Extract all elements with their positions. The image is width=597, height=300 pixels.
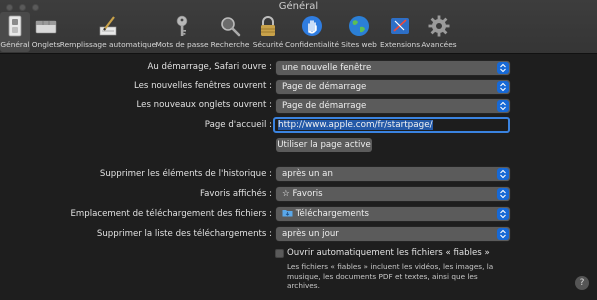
general-switch-icon <box>8 15 22 37</box>
tab-security-label: Sécurité <box>252 40 284 49</box>
favorites-popup[interactable]: ☆ Favoris <box>276 187 510 201</box>
use-current-page-button[interactable]: Utiliser la page active <box>276 138 372 152</box>
help-button[interactable]: ? <box>575 276 589 290</box>
tab-extensions[interactable]: Extensions <box>380 12 420 52</box>
favorites-label: Favoris affichés : <box>199 189 272 199</box>
open-safe-files-label: Ouvrir automatiquement les fichiers « fi… <box>287 248 490 258</box>
history-popup[interactable]: après un an <box>276 167 510 181</box>
globe-icon <box>349 16 369 36</box>
tab-privacy[interactable]: Confidentialité <box>285 12 339 52</box>
new-windows-label: Les nouvelles fenêtres ouvrent : <box>133 81 272 91</box>
tab-search-label: Recherche <box>210 40 250 49</box>
tab-websites-label: Sites web <box>341 40 377 49</box>
chevron-updown-icon <box>497 168 509 180</box>
tab-websites[interactable]: Sites web <box>339 12 379 52</box>
tab-autofill-label: Remplissage automatique <box>59 40 157 49</box>
chevron-updown-icon <box>497 208 509 220</box>
safe-files-help-text: Les fichiers « fiables » incluent les vi… <box>287 262 494 291</box>
download-location-popup[interactable]: Téléchargements <box>276 207 510 221</box>
startup-popup[interactable]: une nouvelle fenêtre <box>276 61 510 75</box>
magnifier-icon <box>221 17 241 37</box>
pencil-form-icon <box>99 16 117 36</box>
tab-passwords-label: Mots de passe <box>155 40 209 49</box>
tab-advanced[interactable]: Avancées <box>421 12 457 52</box>
gear-icon <box>428 15 450 37</box>
homepage-input[interactable]: http://www.apple.com/fr/startpage/ <box>273 117 510 133</box>
new-tabs-value: Page de démarrage <box>282 101 367 111</box>
history-value: après un an <box>282 169 333 179</box>
tabs-icon <box>35 20 57 34</box>
tab-general[interactable]: Général <box>0 12 30 52</box>
chevron-updown-icon <box>497 188 509 200</box>
chevron-updown-icon <box>497 100 509 112</box>
tab-passwords[interactable]: Mots de passe <box>155 12 209 52</box>
chevron-updown-icon <box>497 228 509 240</box>
preferences-toolbar: Général Onglets Remplissage automatique <box>0 12 597 54</box>
chevron-updown-icon <box>497 62 509 74</box>
startup-value: une nouvelle fenêtre <box>282 63 372 73</box>
startup-label: Au démarrage, Safari ouvre : <box>147 62 272 72</box>
new-tabs-label: Les nouveaux onglets ouvrent : <box>136 100 272 110</box>
download-location-value: Téléchargements <box>295 209 369 219</box>
lock-icon <box>261 16 275 36</box>
history-label: Supprimer les éléments de l'historique : <box>99 169 272 179</box>
tab-search[interactable]: Recherche <box>210 12 250 52</box>
download-list-value: après un jour <box>282 229 339 239</box>
hand-icon <box>302 16 322 36</box>
download-list-label: Supprimer la liste des téléchargements : <box>96 229 272 239</box>
download-list-popup[interactable]: après un jour <box>276 227 510 241</box>
new-windows-popup[interactable]: Page de démarrage <box>276 80 510 94</box>
window-title: Général <box>278 1 319 12</box>
tab-advanced-label: Avancées <box>421 40 457 49</box>
download-location-label: Emplacement de téléchargement des fichie… <box>70 209 272 219</box>
tab-extensions-label: Extensions <box>379 40 421 49</box>
open-safe-files-checkbox[interactable] <box>275 249 284 258</box>
extensions-icon <box>391 18 409 34</box>
tab-general-label: Général <box>0 40 30 49</box>
tab-security[interactable]: Sécurité <box>251 12 285 52</box>
tab-privacy-label: Confidentialité <box>285 40 339 49</box>
new-windows-value: Page de démarrage <box>282 82 367 92</box>
homepage-label: Page d'accueil : <box>204 120 272 130</box>
homepage-value: http://www.apple.com/fr/startpage/ <box>278 120 433 130</box>
chevron-updown-icon <box>497 81 509 93</box>
title-bar: Général Général Onglets Remplissage auto… <box>0 0 597 54</box>
favorites-value: Favoris <box>292 189 323 199</box>
key-icon <box>176 15 188 36</box>
tab-tabs[interactable]: Onglets <box>31 12 61 52</box>
tab-tabs-label: Onglets <box>31 40 61 49</box>
new-tabs-popup[interactable]: Page de démarrage <box>276 99 510 113</box>
star-icon: ☆ <box>282 189 290 199</box>
downloads-folder-icon <box>282 210 293 217</box>
tab-autofill[interactable]: Remplissage automatique <box>59 12 157 52</box>
